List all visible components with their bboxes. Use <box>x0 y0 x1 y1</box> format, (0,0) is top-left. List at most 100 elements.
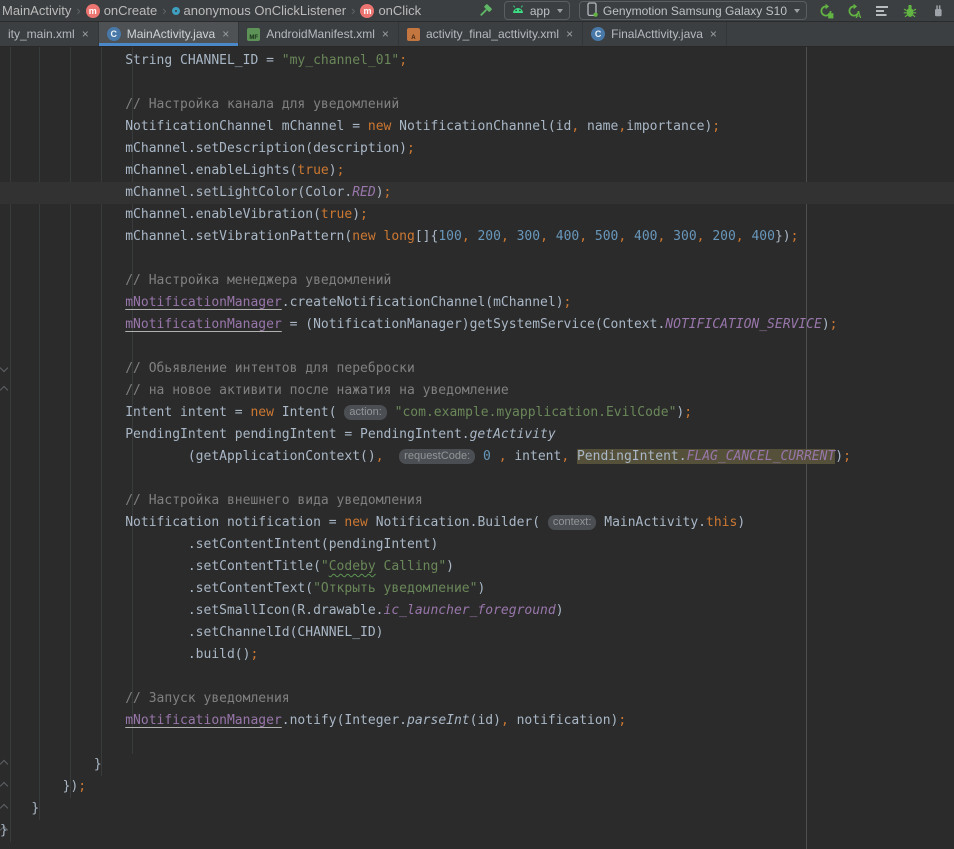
parameter-hint: action: <box>344 405 386 420</box>
code-token: , <box>462 229 478 244</box>
code-token: "com.example.myapplication.EvilCode" <box>395 405 677 420</box>
attach-debugger-button[interactable] <box>928 2 948 20</box>
run-config-selector[interactable]: app <box>504 1 570 20</box>
indent <box>0 273 125 288</box>
apply-code-changes-button[interactable]: A <box>844 2 864 20</box>
code-token: getActivity <box>470 427 556 442</box>
code-token: long <box>384 229 415 244</box>
code-token: , <box>736 229 752 244</box>
code-token: } <box>94 757 102 772</box>
code-token: NotificationChannel mChannel = <box>125 119 368 134</box>
code-line: // Настройка канала для уведомлений <box>0 94 954 116</box>
code-token: ; <box>360 207 368 222</box>
indent <box>0 603 188 618</box>
tab-activity-final-acttivity-xml[interactable]: Aactivity_final_acttivity.xml× <box>399 22 583 46</box>
code-token: new <box>344 515 367 530</box>
indent <box>0 383 125 398</box>
breadcrumb-item-oncreate[interactable]: monCreate <box>86 3 157 18</box>
code-token: .build() <box>188 647 251 662</box>
code-token: // Обьявление интентов для переброски <box>125 361 415 376</box>
code-token: FLAG_CANCEL_CURRENT <box>687 449 836 464</box>
debug-button[interactable] <box>900 2 920 20</box>
code-token: 0 <box>483 449 491 464</box>
device-selector[interactable]: Genymotion Samsung Galaxy S10 <box>579 1 807 20</box>
indent <box>0 757 94 772</box>
profiler-button[interactable] <box>872 2 892 20</box>
tab-androidmanifest-xml[interactable]: MFAndroidManifest.xml× <box>239 22 399 46</box>
close-tab-icon[interactable]: × <box>81 28 90 40</box>
breadcrumb-item-onclick[interactable]: monClick <box>360 3 421 18</box>
code-token <box>376 229 384 244</box>
code-token: , <box>499 449 507 464</box>
code-token: // Настройка канала для уведомлений <box>125 97 399 112</box>
code-line: (getApplicationContext(), requestCode: 0… <box>0 446 954 468</box>
indent <box>0 493 125 508</box>
close-tab-icon[interactable]: × <box>565 28 574 40</box>
code-token: ) <box>376 185 384 200</box>
breadcrumb-label: onCreate <box>104 3 157 18</box>
code-token: RED <box>352 185 375 200</box>
code-token: new <box>250 405 273 420</box>
code-token: } <box>31 801 39 816</box>
code-area[interactable]: String CHANNEL_ID = "my_channel_01"; // … <box>0 47 954 842</box>
breadcrumb-item-mainactivity[interactable]: MainActivity <box>2 3 71 18</box>
tab-label: FinalActtivity.java <box>611 27 703 41</box>
code-token: mNotificationManager <box>125 713 282 728</box>
code-token: Notification notification = <box>125 515 344 530</box>
svg-text:A: A <box>855 10 861 19</box>
code-token: mChannel.enableLights( <box>125 163 297 178</box>
code-token: mChannel.setDescription(description) <box>125 141 407 156</box>
breadcrumb-separator: › <box>350 3 356 18</box>
code-token: mChannel.enableVibration( <box>125 207 321 222</box>
code-editor[interactable]: String CHANNEL_ID = "my_channel_01"; // … <box>0 47 954 849</box>
code-line <box>0 72 954 94</box>
indent <box>0 317 125 332</box>
indent <box>0 53 125 68</box>
code-token: Calling" <box>376 559 446 574</box>
code-line: mChannel.enableVibration(true); <box>0 204 954 226</box>
code-token: parseInt <box>407 713 470 728</box>
close-tab-icon[interactable]: × <box>221 28 230 40</box>
code-line <box>0 732 954 754</box>
code-token: .setContentTitle( <box>188 559 321 574</box>
code-token: "Открыть уведомление" <box>313 581 477 596</box>
code-token: .setSmallIcon(R.drawable. <box>188 603 384 618</box>
tab-ity-main-xml[interactable]: ity_main.xml× <box>0 22 99 46</box>
code-line: mChannel.enableLights(true); <box>0 160 954 182</box>
breadcrumb-label: anonymous OnClickListener <box>184 3 347 18</box>
main-toolbar: MainActivity›monCreate›anonymous OnClick… <box>0 0 954 22</box>
code-token: mChannel.setLightColor(Color. <box>125 185 352 200</box>
tab-finalacttivity-java[interactable]: CFinalActtivity.java× <box>583 22 727 46</box>
code-token: Intent intent = <box>125 405 250 420</box>
code-token: , <box>540 229 556 244</box>
code-line: // Настройка менеджера уведомлений <box>0 270 954 292</box>
code-line: .setChannelId(CHANNEL_ID) <box>0 622 954 644</box>
code-token: 200 <box>712 229 735 244</box>
close-tab-icon[interactable]: × <box>709 28 718 40</box>
code-line: mNotificationManager.notify(Integer.pars… <box>0 710 954 732</box>
tab-label: MainActivity.java <box>127 27 215 41</box>
chevron-down-icon <box>557 9 563 13</box>
code-token: Intent( <box>274 405 344 420</box>
code-line: } <box>0 820 954 842</box>
code-token: ) <box>477 581 485 596</box>
code-token: ; <box>384 185 392 200</box>
code-token: ) <box>835 449 843 464</box>
code-token: ) <box>737 515 745 530</box>
build-hammer-button[interactable] <box>475 2 495 20</box>
close-tab-icon[interactable]: × <box>381 28 390 40</box>
code-token: // Запуск уведомления <box>125 691 289 706</box>
code-token: ; <box>78 779 86 794</box>
code-token <box>491 449 499 464</box>
breadcrumb-item-anonymous-onclicklistener[interactable]: anonymous OnClickListener <box>172 3 347 18</box>
code-line: // Запуск уведомления <box>0 688 954 710</box>
rerun-activity-button[interactable] <box>816 2 836 20</box>
code-token: (id) <box>470 713 501 728</box>
code-token: name <box>579 119 618 134</box>
code-token <box>569 449 577 464</box>
code-line: // на новое активити после нажатия на ув… <box>0 380 954 402</box>
tab-mainactivity-java[interactable]: CMainActivity.java× <box>99 22 240 46</box>
code-token: ) <box>822 317 830 332</box>
code-line: } <box>0 798 954 820</box>
code-token: 300 <box>673 229 696 244</box>
